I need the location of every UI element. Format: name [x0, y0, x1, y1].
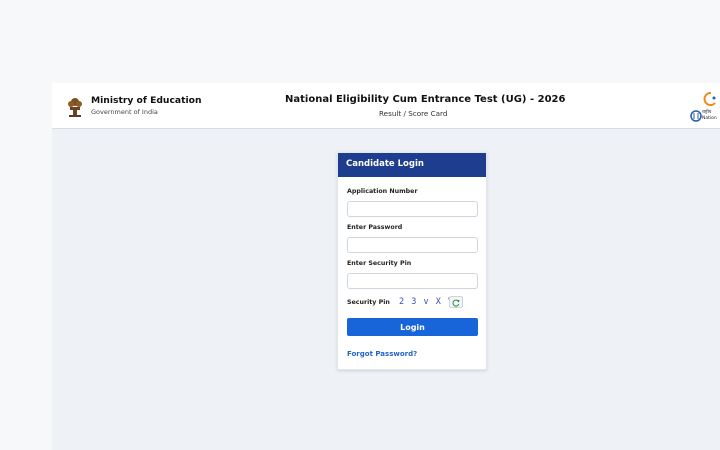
- candidate-login-title: Candidate Login: [346, 159, 424, 169]
- security-pin-input[interactable]: [347, 273, 478, 289]
- login-button[interactable]: Login: [347, 318, 478, 336]
- state-emblem-icon: [68, 98, 82, 117]
- exam-title: National Eligibility Cum Entrance Test (…: [285, 94, 566, 105]
- application-number-label: Application Number: [347, 188, 418, 195]
- application-number-input[interactable]: [347, 201, 478, 217]
- ministry-title: Ministry of Education: [91, 95, 202, 106]
- forgot-password-link[interactable]: Forgot Password?: [347, 350, 417, 358]
- candidate-login-header: Candidate Login: [338, 153, 486, 177]
- agency-short-text: राष्ट्रीय: [702, 110, 712, 115]
- page: Ministry of Education Government of Indi…: [0, 0, 720, 450]
- site-header: Ministry of Education Government of Indi…: [52, 83, 720, 129]
- portal-frame: Ministry of Education Government of Indi…: [52, 83, 720, 450]
- government-label: Government of India: [91, 108, 158, 116]
- agency-text: राष्ट्रीय Nation: [702, 110, 717, 122]
- password-input[interactable]: [347, 237, 478, 253]
- candidate-login-card: Candidate Login Application Number Enter…: [337, 152, 487, 370]
- agency-name-text: Nation: [702, 116, 717, 121]
- password-label: Enter Password: [347, 224, 403, 231]
- security-pin-label: Enter Security Pin: [347, 260, 412, 267]
- refresh-icon: [452, 299, 460, 307]
- captcha-code: 2 3 v X V: [399, 297, 455, 307]
- refresh-captcha-button[interactable]: [449, 296, 463, 308]
- captcha-label: Security Pin: [347, 299, 390, 306]
- page-subtitle: Result / Score Card: [379, 109, 448, 118]
